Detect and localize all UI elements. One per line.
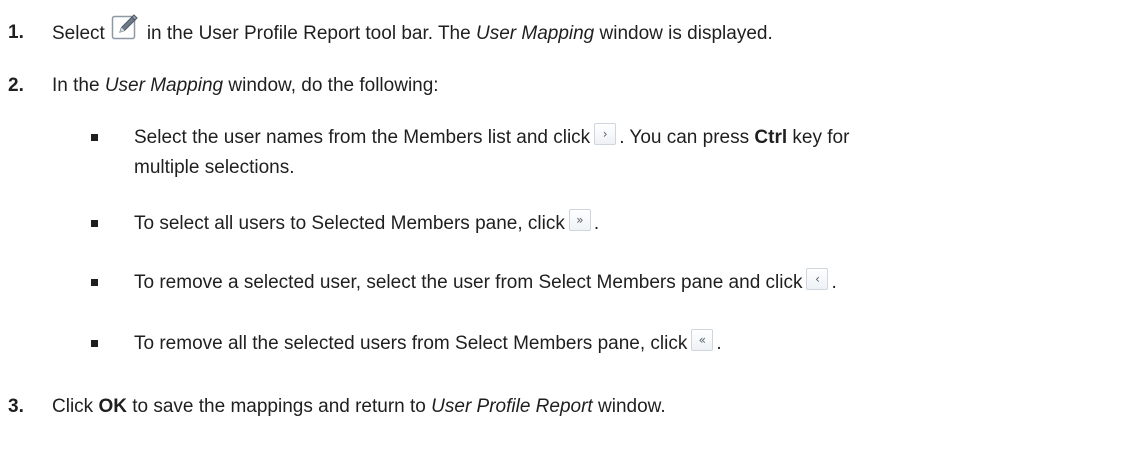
bullet-item-3: To remove a selected user, select the us… — [88, 268, 1109, 296]
move-left-icon: ‹ — [806, 268, 829, 290]
bullet-text: To remove all the selected users from Se… — [134, 333, 688, 354]
bullet-text: . — [593, 213, 600, 234]
step-1: 1. Select in the User Profile Report too… — [8, 14, 773, 48]
move-right-icon: › — [594, 123, 617, 145]
bullet-marker — [88, 211, 134, 237]
bullet-text: To remove a selected user, select the us… — [134, 272, 803, 293]
bullet-text: Select the user names from the Members l… — [134, 127, 591, 148]
step-number: 2. — [8, 75, 24, 96]
button-name: OK — [98, 396, 127, 417]
step-text: Select — [52, 23, 105, 44]
step-text: to save the mappings and return to — [132, 396, 426, 417]
window-name: User Mapping — [104, 75, 224, 96]
bullet-text: . — [831, 272, 837, 293]
step-3: 3. Click OK to save the mappings and ret… — [8, 394, 666, 420]
step-number: 3. — [8, 396, 24, 417]
bullet-text: . You can press — [619, 127, 750, 148]
step-text: Click — [52, 396, 94, 417]
bullet-marker — [88, 125, 134, 151]
bullet-item-4: To remove all the selected users from Se… — [88, 329, 1109, 357]
step-text: window. — [598, 396, 666, 417]
bullet-text: To select all users to Selected Members … — [134, 213, 565, 234]
key-name: Ctrl — [754, 127, 788, 148]
step-2: 2. In the User Mapping window, do the fo… — [8, 73, 439, 99]
window-name: User Profile Report — [431, 396, 593, 417]
bullet-item-2: To select all users to Selected Members … — [88, 209, 1109, 237]
bullet-text: multiple selections. — [134, 157, 295, 178]
step-text: window is displayed. — [599, 23, 773, 44]
bullet-item-1: Select the user names from the Members l… — [88, 123, 1109, 181]
window-name: User Mapping — [475, 23, 595, 44]
move-all-left-icon: « — [691, 329, 714, 351]
edit-icon — [111, 13, 139, 41]
step-text: window, do the following: — [228, 75, 439, 96]
bullet-text: . — [716, 333, 722, 354]
instruction-document: 1. Select in the User Profile Report too… — [0, 0, 1123, 454]
bullet-marker — [88, 331, 134, 357]
step-text: in the User Profile Report tool bar. The — [146, 23, 471, 44]
step-number: 1. — [8, 22, 24, 43]
bullet-marker — [88, 270, 134, 296]
bullet-text: key for — [792, 127, 850, 148]
step-text: In the — [52, 75, 100, 96]
move-all-right-icon: » — [568, 209, 591, 231]
